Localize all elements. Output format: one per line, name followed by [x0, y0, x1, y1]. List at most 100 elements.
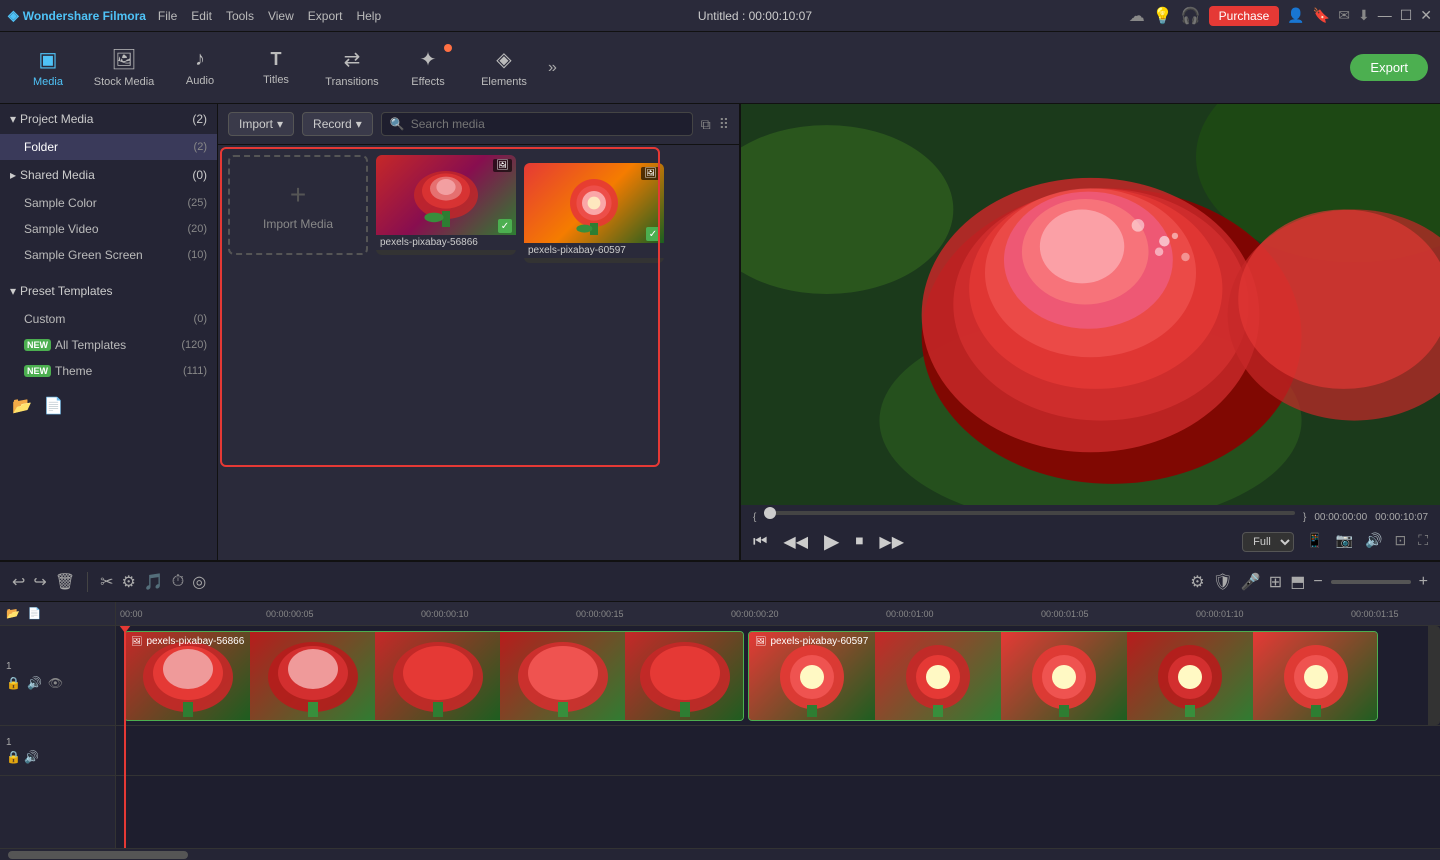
bracket-start[interactable]: { — [753, 512, 756, 523]
purchase-button[interactable]: Purchase — [1209, 6, 1280, 26]
skip-back-button[interactable]: ⏮ — [753, 533, 767, 551]
horizontal-scrollbar[interactable] — [0, 848, 1440, 860]
frame-back-button[interactable]: ◀◀ — [783, 532, 808, 552]
sidebar-folder[interactable]: Folder (2) — [0, 134, 217, 160]
redo-button[interactable]: ↪ — [33, 572, 46, 592]
minimize-button[interactable]: — — [1378, 7, 1392, 24]
eye-icon[interactable]: 👁 — [48, 676, 63, 690]
sidebar-custom[interactable]: Custom (0) — [0, 306, 217, 332]
volume-icon[interactable]: 🔊 — [1365, 532, 1382, 552]
close-button[interactable]: ✕ — [1420, 7, 1432, 24]
progress-handle[interactable] — [764, 507, 776, 519]
sidebar-project-media[interactable]: ▾ Project Media (2) — [0, 104, 217, 134]
ruler-tick-1: 00:00:00:05 — [266, 609, 314, 619]
timeline-right-handle[interactable] — [1428, 626, 1440, 725]
ruler-tick-2: 00:00:00:10 — [421, 609, 469, 619]
video-clip-56866[interactable]: 🖼 pexels-pixabay-56866 — [124, 631, 744, 721]
screenshot-icon[interactable]: 📷 — [1336, 532, 1353, 552]
record-button[interactable]: Record ▾ — [302, 112, 373, 136]
bracket-end[interactable]: } — [1303, 512, 1306, 523]
audio-button[interactable]: 🎵 — [144, 572, 164, 592]
import-media-placeholder[interactable]: + Import Media — [228, 155, 368, 255]
mic-icon[interactable]: 🎤 — [1241, 572, 1261, 592]
tool-audio[interactable]: ♪ Audio — [164, 36, 236, 100]
video-clip-60597[interactable]: 🖼 pexels-pixabay-60597 — [748, 631, 1378, 721]
crop-icon[interactable]: ⊡ — [1394, 532, 1406, 552]
media-thumb-56866[interactable]: pexels-pixabay-56866 🖼 ✓ — [376, 155, 516, 255]
clip-name-60597: pexels-pixabay-60597 — [770, 636, 868, 647]
tool-effects[interactable]: ✦ Effects — [392, 36, 464, 100]
sidebar-sample-color[interactable]: Sample Color (25) — [0, 190, 217, 216]
media-panel: Import ▾ Record ▾ 🔍 ⧉ ⠿ + Import Media — [218, 104, 740, 560]
import-button[interactable]: Import ▾ — [228, 112, 294, 136]
settings-icon[interactable]: ⚙ — [1190, 572, 1204, 592]
headset-icon[interactable]: 🎧 — [1181, 6, 1201, 26]
lock-icon[interactable]: 🔒 — [6, 676, 21, 690]
sidebar-preset-templates-label: Preset Templates — [16, 284, 207, 298]
screen-mirror-icon[interactable]: 📱 — [1306, 532, 1323, 552]
tool-transitions[interactable]: ⇄ Transitions — [316, 36, 388, 100]
account-icon[interactable]: 👤 — [1287, 7, 1304, 24]
scrollbar-thumb[interactable] — [8, 851, 188, 859]
extra-controls: Full 📱 📷 🔊 ⊡ ⛶ — [1242, 532, 1428, 552]
menu-help[interactable]: Help — [356, 9, 381, 23]
add-track-icon[interactable]: 📂 — [6, 607, 20, 620]
zoom-slider[interactable] — [1331, 580, 1411, 584]
bulb-icon[interactable]: 💡 — [1153, 6, 1173, 26]
add-folder-icon[interactable]: 📂 — [12, 396, 32, 416]
play-button[interactable]: ▶ — [824, 529, 839, 554]
media-thumb-60597[interactable]: pexels-pixabay-60597 🖼 ✓ — [524, 163, 664, 263]
filter-icon[interactable]: ⧉ — [701, 116, 711, 133]
fullscreen-icon[interactable]: ⛶ — [1418, 532, 1428, 552]
zoom-in-icon[interactable]: + — [1419, 573, 1428, 591]
tool-media[interactable]: ▣ Media — [12, 36, 84, 100]
playhead[interactable] — [124, 626, 126, 848]
sidebar-sample-video[interactable]: Sample Video (20) — [0, 216, 217, 242]
menu-tools[interactable]: Tools — [226, 9, 254, 23]
stop-button[interactable]: ⏹ — [855, 533, 863, 551]
import-dropdown-icon[interactable]: ▾ — [277, 117, 283, 131]
mix-icon[interactable]: ⊞ — [1269, 572, 1282, 592]
volume-track-icon[interactable]: 🔊 — [27, 676, 42, 690]
grid-view-icon[interactable]: ⠿ — [719, 116, 729, 133]
speed-button[interactable]: ⏱ — [172, 573, 184, 591]
menu-view[interactable]: View — [268, 9, 294, 23]
sidebar-preset-templates[interactable]: ▾ Preset Templates — [0, 276, 217, 306]
mail-icon[interactable]: ✉ — [1338, 7, 1350, 24]
frame-forward-button[interactable]: ▶▶ — [879, 532, 904, 552]
shield-icon[interactable]: 🛡 — [1213, 572, 1233, 592]
export-button[interactable]: Export — [1350, 54, 1428, 81]
insert-icon[interactable]: ⬒ — [1290, 572, 1305, 592]
tool-stock-media[interactable]: 🖼 Stock Media — [88, 36, 160, 100]
adjust-button[interactable]: ⚙ — [122, 572, 136, 592]
toolbar-expand-button[interactable]: » — [548, 59, 557, 77]
tool-titles[interactable]: T Titles — [240, 36, 312, 100]
record-dropdown-icon[interactable]: ▾ — [356, 117, 362, 131]
zoom-out-icon[interactable]: − — [1313, 573, 1322, 591]
sidebar-shared-media[interactable]: ▸ Shared Media (0) — [0, 160, 217, 190]
add-file-icon[interactable]: 📄 — [44, 396, 64, 416]
tool-elements[interactable]: ◈ Elements — [468, 36, 540, 100]
sidebar-sample-color-count: (25) — [187, 197, 207, 209]
quality-select[interactable]: Full — [1242, 532, 1294, 552]
undo-button[interactable]: ↩ — [12, 572, 25, 592]
delete-button[interactable]: 🗑 — [55, 572, 75, 592]
progress-bar[interactable] — [764, 511, 1295, 515]
menu-file[interactable]: File — [158, 9, 177, 23]
cut-button[interactable]: ✂ — [100, 572, 113, 592]
sidebar-all-templates[interactable]: NEW All Templates (120) — [0, 332, 217, 358]
audio-vol-icon[interactable]: 🔊 — [24, 750, 39, 764]
cloud-icon[interactable]: ☁ — [1129, 6, 1145, 26]
download-icon[interactable]: ⬇ — [1358, 7, 1370, 24]
sidebar-theme[interactable]: NEW Theme (111) — [0, 358, 217, 384]
stabilize-button[interactable]: ◎ — [192, 572, 206, 592]
add-media-icon[interactable]: 📄 — [28, 607, 42, 620]
preview-controls: { } 00:00:00:00 00:00:10:07 ⏮ ◀◀ ▶ ⏹ ▶▶ — [741, 505, 1440, 560]
menu-export[interactable]: Export — [308, 9, 343, 23]
search-input[interactable] — [411, 117, 684, 131]
menu-edit[interactable]: Edit — [191, 9, 212, 23]
bookmark-icon[interactable]: 🔖 — [1313, 7, 1330, 24]
sidebar-sample-green-screen[interactable]: Sample Green Screen (10) — [0, 242, 217, 268]
audio-lock-icon[interactable]: 🔒 — [6, 750, 21, 764]
maximize-button[interactable]: ☐ — [1400, 7, 1413, 24]
